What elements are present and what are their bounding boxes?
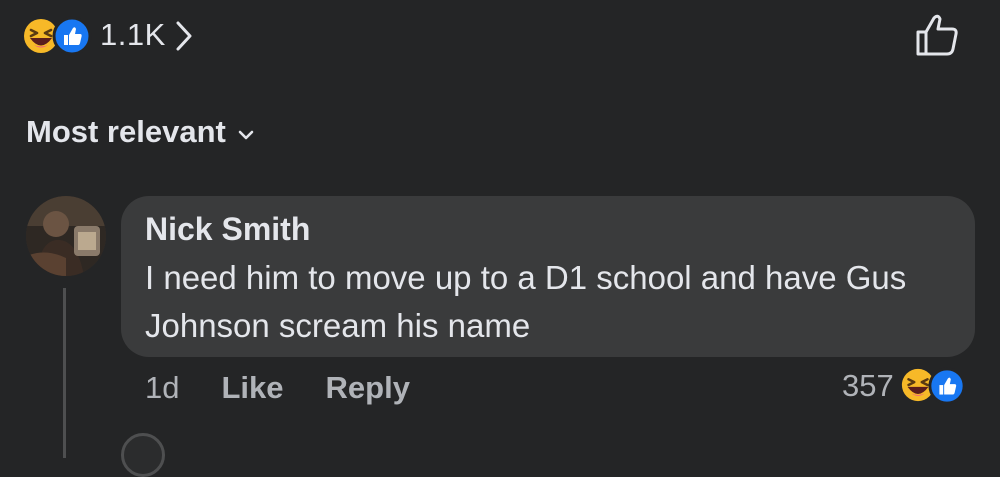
sort-comments-dropdown[interactable]: Most relevant (26, 114, 254, 150)
reactions-icons (22, 15, 94, 56)
thread-line (63, 288, 66, 458)
comment-timestamp[interactable]: 1d (145, 370, 179, 406)
comment-actions: 1d Like Reply (145, 370, 452, 406)
like-post-button[interactable] (912, 12, 964, 60)
reply-button[interactable]: Reply (326, 370, 410, 406)
avatar-image (26, 196, 106, 276)
comment-reaction-icons (900, 366, 970, 406)
comment-text: I need him to move up to a D1 school and… (145, 259, 907, 344)
avatar[interactable] (26, 196, 106, 276)
chevron-down-icon (238, 130, 254, 140)
like-comment-button[interactable]: Like (221, 370, 283, 406)
reactions-count: 1.1K (100, 17, 166, 52)
reactions-summary[interactable]: 1.1K (22, 14, 194, 56)
chevron-right-icon (176, 21, 192, 51)
sort-label: Most relevant (26, 114, 226, 149)
comment-reaction-count: 357 (842, 368, 894, 403)
thumbs-up-icon (916, 14, 958, 56)
like-reaction-icon (52, 16, 92, 56)
like-reaction-icon (928, 367, 966, 405)
comment-reactions[interactable]: 357 (842, 366, 970, 406)
reply-avatar[interactable] (121, 433, 165, 477)
comment-author[interactable]: Nick Smith (145, 211, 310, 248)
